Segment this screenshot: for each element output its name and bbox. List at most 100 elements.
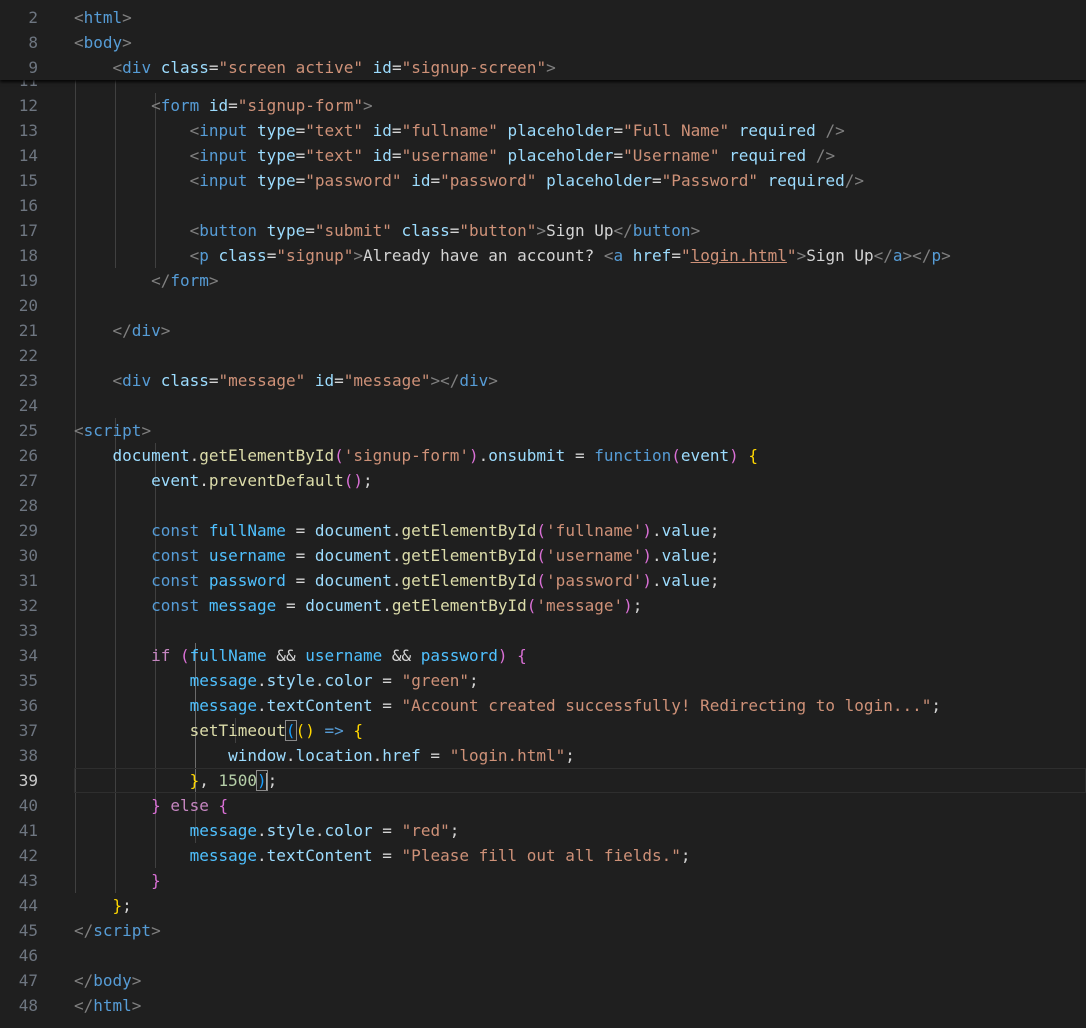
code-line[interactable]: 47 </body> <box>0 968 1086 993</box>
code-token: message <box>189 671 258 690</box>
line-number: 44 <box>18 896 38 915</box>
code-line[interactable]: 40 } else { <box>0 793 1086 818</box>
code-token: /> <box>825 121 845 140</box>
code-token: = <box>334 371 344 390</box>
code-token: "text" <box>305 146 364 165</box>
code-line[interactable]: 48 </html> <box>0 993 1086 1018</box>
code-token: ( <box>334 446 344 465</box>
code-text: message.textContent = "Please fill out a… <box>74 843 691 868</box>
code-editor[interactable]: 11 12 <form id="signup-form"> 13 <input ty… <box>0 80 1086 1028</box>
code-token: = <box>420 746 450 765</box>
code-line[interactable]: 12 <form id="signup-form"> <box>0 93 1086 118</box>
code-token: > <box>536 221 547 240</box>
line-number: 24 <box>18 396 38 415</box>
code-line[interactable]: 25 <script> <box>0 418 1086 443</box>
code-token: color <box>324 821 373 840</box>
code-line[interactable]: 34 if (fullName && username && password)… <box>0 643 1086 668</box>
code-text: </div> <box>74 318 171 343</box>
code-line[interactable]: 19 </form> <box>0 268 1086 293</box>
code-line[interactable]: 24 <box>0 393 1086 418</box>
code-token: ( <box>284 720 297 741</box>
code-token: > <box>141 421 152 440</box>
code-line[interactable]: 31 const password = document.getElementB… <box>0 568 1086 593</box>
code-token: && <box>382 646 421 665</box>
code-line[interactable]: 23 <div class="message" id="message"></d… <box>0 368 1086 393</box>
code-line[interactable]: 17 <button type="submit" class="button">… <box>0 218 1086 243</box>
code-token: placeholder <box>546 171 653 190</box>
code-line[interactable]: 20 <box>0 293 1086 318</box>
code-token: < <box>189 171 200 190</box>
code-line[interactable]: 44 }; <box>0 893 1086 918</box>
code-line[interactable]: 33 <box>0 618 1086 643</box>
code-line[interactable]: 37 setTimeout(() => { <box>0 718 1086 743</box>
code-token: </ <box>873 246 893 265</box>
code-line[interactable]: 13 <input type="text" id="fullname" plac… <box>0 118 1086 143</box>
code-token: ( <box>179 646 190 665</box>
code-token: > <box>131 971 142 990</box>
code-token: html <box>83 8 123 27</box>
code-line[interactable]: 42 message.textContent = "Please fill ou… <box>0 843 1086 868</box>
code-line[interactable]: 21 </div> <box>0 318 1086 343</box>
code-token: 'username' <box>546 546 643 565</box>
code-line[interactable]: 28 <box>0 493 1086 518</box>
code-token: getElementById <box>391 596 527 615</box>
code-token: = <box>391 121 402 140</box>
code-line[interactable]: 22 <box>0 343 1086 368</box>
code-line[interactable]: 41 message.style.color = "red"; <box>0 818 1086 843</box>
code-token: = <box>208 371 219 390</box>
code-line[interactable]: 46 <box>0 943 1086 968</box>
code-line[interactable]: 16 <box>0 193 1086 218</box>
code-line[interactable]: 38 window.location.href = "login.html"; <box>0 743 1086 768</box>
code-line[interactable]: 27 event.preventDefault(); <box>0 468 1086 493</box>
code-text: message.textContent = "Account created s… <box>74 693 941 718</box>
code-line[interactable]: 14 <input type="text" id="username" plac… <box>0 143 1086 168</box>
code-line[interactable]: 8 <body> <box>0 30 1086 55</box>
code-token: < <box>189 246 200 265</box>
code-token: > <box>941 246 951 265</box>
code-token: "Password" <box>661 171 758 190</box>
code-line[interactable]: 2 <html> <box>0 5 1086 30</box>
code-line[interactable]: 32 const message = document.getElementBy… <box>0 593 1086 618</box>
code-token: type <box>257 171 296 190</box>
line-number: 32 <box>18 596 38 615</box>
code-token: type <box>257 146 296 165</box>
code-token: . <box>257 696 267 715</box>
code-line[interactable]: 18 <p class="signup">Already have an acc… <box>0 243 1086 268</box>
code-token: event <box>680 446 730 465</box>
code-token: password <box>208 571 286 590</box>
line-number: 48 <box>18 996 38 1015</box>
code-token: "screen active" <box>218 58 364 77</box>
sticky-scroll-header[interactable]: 2 <html> 8 <body> 9 <div class="screen activ… <box>0 0 1086 80</box>
code-line[interactable]: 30 const username = document.getElementB… <box>0 543 1086 568</box>
code-line[interactable]: 43 } <box>0 868 1086 893</box>
code-line[interactable]: 39 }, 1500); <box>0 768 1086 793</box>
code-line[interactable]: 36 message.textContent = "Account create… <box>0 693 1086 718</box>
code-token: . <box>382 596 392 615</box>
line-number: 34 <box>18 646 38 665</box>
code-token: > <box>363 96 373 115</box>
code-token: { <box>748 446 759 465</box>
code-line[interactable]: 45 </script> <box>0 918 1086 943</box>
code-line[interactable]: 9 <div class="screen active" id="signup-… <box>0 55 1086 80</box>
code-token: ; <box>709 521 720 540</box>
code-line[interactable]: 29 const fullName = document.getElementB… <box>0 518 1086 543</box>
code-token: setTimeout <box>189 721 286 740</box>
code-text: const message = document.getElementById(… <box>74 593 642 618</box>
code-line[interactable]: 26 document.getElementById('signup-form'… <box>0 443 1086 468</box>
code-token: ( <box>536 571 547 590</box>
code-line[interactable]: 35 message.style.color = "green"; <box>0 668 1086 693</box>
code-line[interactable]: 15 <input type="password" id="password" … <box>0 168 1086 193</box>
